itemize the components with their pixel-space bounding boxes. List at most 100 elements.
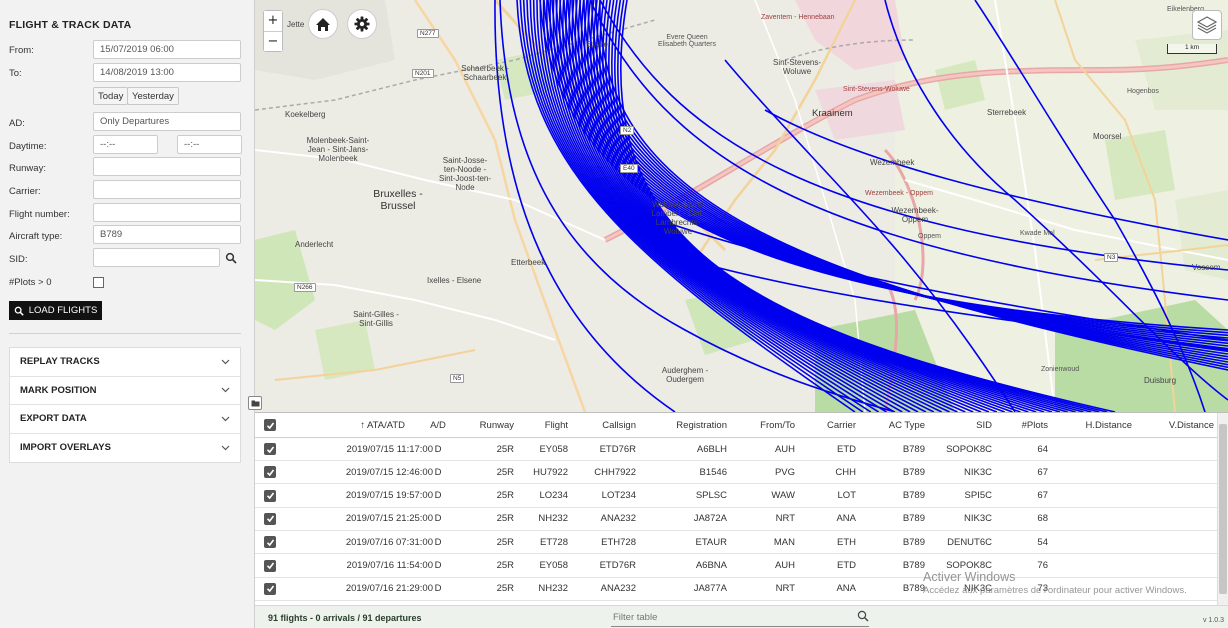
map-label-schaerbeek: Schaerbeek - Schaarbeek <box>461 64 509 82</box>
layers-button[interactable] <box>1192 10 1222 40</box>
row-checkbox[interactable] <box>264 512 276 525</box>
cell-runway: 25R <box>496 443 514 455</box>
cell-ata-atd: 2019/07/16 07:31:00 <box>345 536 433 548</box>
row-checkbox[interactable] <box>264 559 276 572</box>
zoom-in-button[interactable]: + <box>264 11 282 31</box>
cell-callsign: ANA232 <box>600 583 636 595</box>
table-scrollbar[interactable] <box>1217 413 1228 605</box>
flights-table: ↑ ATA/ATD A/D Runway Flight Callsign Reg… <box>255 412 1228 628</box>
map-label-ixelles: Ixelles - Elsene <box>427 276 482 285</box>
accordion-import-overlays[interactable]: IMPORT OVERLAYS <box>10 434 240 463</box>
search-icon[interactable] <box>857 610 869 622</box>
runway-input[interactable] <box>93 157 241 176</box>
column-header-carrier[interactable]: Carrier <box>810 413 856 437</box>
table-row[interactable]: 2019/07/16 21:29:00 D 25R NH232 ANA232 JA877A… <box>255 578 1217 601</box>
cell-h-distance <box>1055 508 1132 530</box>
cell-ad: D <box>434 490 442 502</box>
cell-plots: 68 <box>1037 513 1048 525</box>
chevron-down-icon <box>221 359 230 365</box>
daytime-from-input[interactable]: --:-- <box>93 135 158 154</box>
cell-plots: 54 <box>1037 536 1048 548</box>
sid-search-icon[interactable] <box>225 252 237 264</box>
map-label-sterrebeek: Sterrebeek <box>987 108 1027 117</box>
table-row[interactable]: 2019/07/15 21:25:00 D 25R NH232 ANA232 JA872A… <box>255 508 1217 531</box>
column-header-ac-type[interactable]: AC Type <box>870 413 925 437</box>
cell-registration: A6BNA <box>695 560 727 571</box>
cell-runway: 25R <box>496 536 514 548</box>
cell-ac-type: B789 <box>902 536 925 548</box>
map-label-saint-josse: Saint-Josse-ten-Noode - Sint-Joost-ten-N… <box>438 156 492 192</box>
cell-from-to: AUH <box>774 560 795 571</box>
cell-from-to: NRT <box>775 513 795 525</box>
to-date-input[interactable]: 14/08/2019 13:00 <box>93 63 241 82</box>
map-view[interactable]: Jette Koekelberg Schaerbeek - Schaarbeek… <box>255 0 1228 412</box>
chevron-down-icon <box>221 387 230 393</box>
map-label-zonienwoud: Zonienwoud <box>1041 366 1080 373</box>
flight-number-input[interactable] <box>93 203 241 222</box>
column-header-from-to[interactable]: From/To <box>745 413 795 437</box>
cell-from-to: MAN <box>773 536 795 548</box>
today-button[interactable]: Today <box>93 87 129 105</box>
row-checkbox[interactable] <box>264 489 276 502</box>
home-button[interactable] <box>308 9 338 39</box>
cell-registration: A6BLH <box>696 443 727 455</box>
map-label-evere: Evere <box>587 40 608 49</box>
road-badge: N3 <box>1104 253 1119 262</box>
cell-v-distance <box>1140 461 1214 483</box>
table-row[interactable]: 2019/07/16 11:54:00 D 25R EY058 ETD76R A6BNA A… <box>255 555 1217 578</box>
column-header-registration[interactable]: Registration <box>655 413 727 437</box>
accordion-label: IMPORT OVERLAYS <box>20 442 111 454</box>
column-header-plots[interactable]: #Plots <box>1003 413 1048 437</box>
cell-ata-atd: 2019/07/16 21:29:00 <box>345 583 433 595</box>
load-flights-button[interactable]: LOAD FLIGHTS <box>9 301 102 320</box>
version-label: v 1.0.3 <box>1202 617 1224 624</box>
column-header-ad[interactable]: A/D <box>423 413 453 437</box>
ad-select[interactable]: Only Departures <box>93 112 241 131</box>
table-row[interactable]: 2019/07/16 07:31:00 D 25R ET728 ETH728 ETAUR M… <box>255 531 1217 555</box>
select-all-checkbox[interactable] <box>264 419 276 431</box>
row-checkbox[interactable] <box>264 466 276 479</box>
table-row[interactable]: 2019/07/15 12:46:00 D 25R HU7922 CHH7922 B154… <box>255 461 1217 485</box>
cell-carrier: LOT <box>837 490 856 502</box>
accordion-mark-position[interactable]: MARK POSITION <box>10 377 240 405</box>
column-header-h-distance[interactable]: H.Distance <box>1055 413 1132 437</box>
yesterday-button[interactable]: Yesterday <box>127 87 179 105</box>
map-label-kraainem: Kraainem <box>812 108 853 119</box>
settings-button[interactable] <box>347 9 377 39</box>
map-label-vossem: Vossem <box>1192 263 1221 272</box>
map-label-koekelberg: Koekelberg <box>285 110 326 119</box>
column-header-sid[interactable]: SID <box>935 413 992 437</box>
daytime-to-input[interactable]: --:-- <box>177 135 242 154</box>
map-scale: 1 km <box>1167 44 1217 54</box>
row-checkbox[interactable] <box>264 536 276 549</box>
column-header-callsign[interactable]: Callsign <box>575 413 636 437</box>
aircraft-type-label: Aircraft type: <box>9 231 63 242</box>
row-checkbox[interactable] <box>264 443 276 455</box>
scrollbar-thumb[interactable] <box>1219 424 1227 594</box>
cell-registration: SPLSC <box>695 490 727 502</box>
map-label-molenbeek: Molenbeek-Saint-Jean - Sint-Jans-Molenbe… <box>306 136 370 163</box>
from-date-input[interactable]: 15/07/2019 06:00 <box>93 40 241 59</box>
zoom-out-button[interactable]: − <box>264 31 282 51</box>
map-label-hogenbos: Hogenbos <box>1127 88 1159 95</box>
filter-table-input[interactable] <box>611 609 869 627</box>
road-badge: E40 <box>620 164 638 173</box>
column-header-v-distance[interactable]: V.Distance <box>1140 413 1214 437</box>
check-icon <box>266 515 274 523</box>
map-label-ssw-top: Sint-Stevens-Woluwe <box>772 58 822 76</box>
plots-checkbox[interactable] <box>93 277 104 288</box>
panel-toggle-button[interactable] <box>248 396 262 410</box>
table-row[interactable]: 2019/07/15 11:17:00 D 25R EY058 ETD76R A6BLH A… <box>255 438 1217 461</box>
flight-number-label: Flight number: <box>9 209 70 220</box>
row-checkbox[interactable] <box>264 582 276 595</box>
sid-input[interactable] <box>93 248 220 267</box>
column-header-flight[interactable]: Flight <box>525 413 568 437</box>
column-header-runway[interactable]: Runway <box>465 413 514 437</box>
table-row[interactable]: 2019/07/15 19:57:00 D 25R LO234 LOT234 SPLSC W… <box>255 485 1217 508</box>
aircraft-type-input[interactable]: B789 <box>93 225 241 244</box>
column-header-ata-atd[interactable]: ↑ ATA/ATD <box>345 413 405 437</box>
carrier-input[interactable] <box>93 180 241 199</box>
accordion-replay-tracks[interactable]: REPLAY TRACKS <box>10 348 240 377</box>
cell-registration: JA872A <box>693 513 727 525</box>
accordion-export-data[interactable]: EXPORT DATA <box>10 405 240 434</box>
